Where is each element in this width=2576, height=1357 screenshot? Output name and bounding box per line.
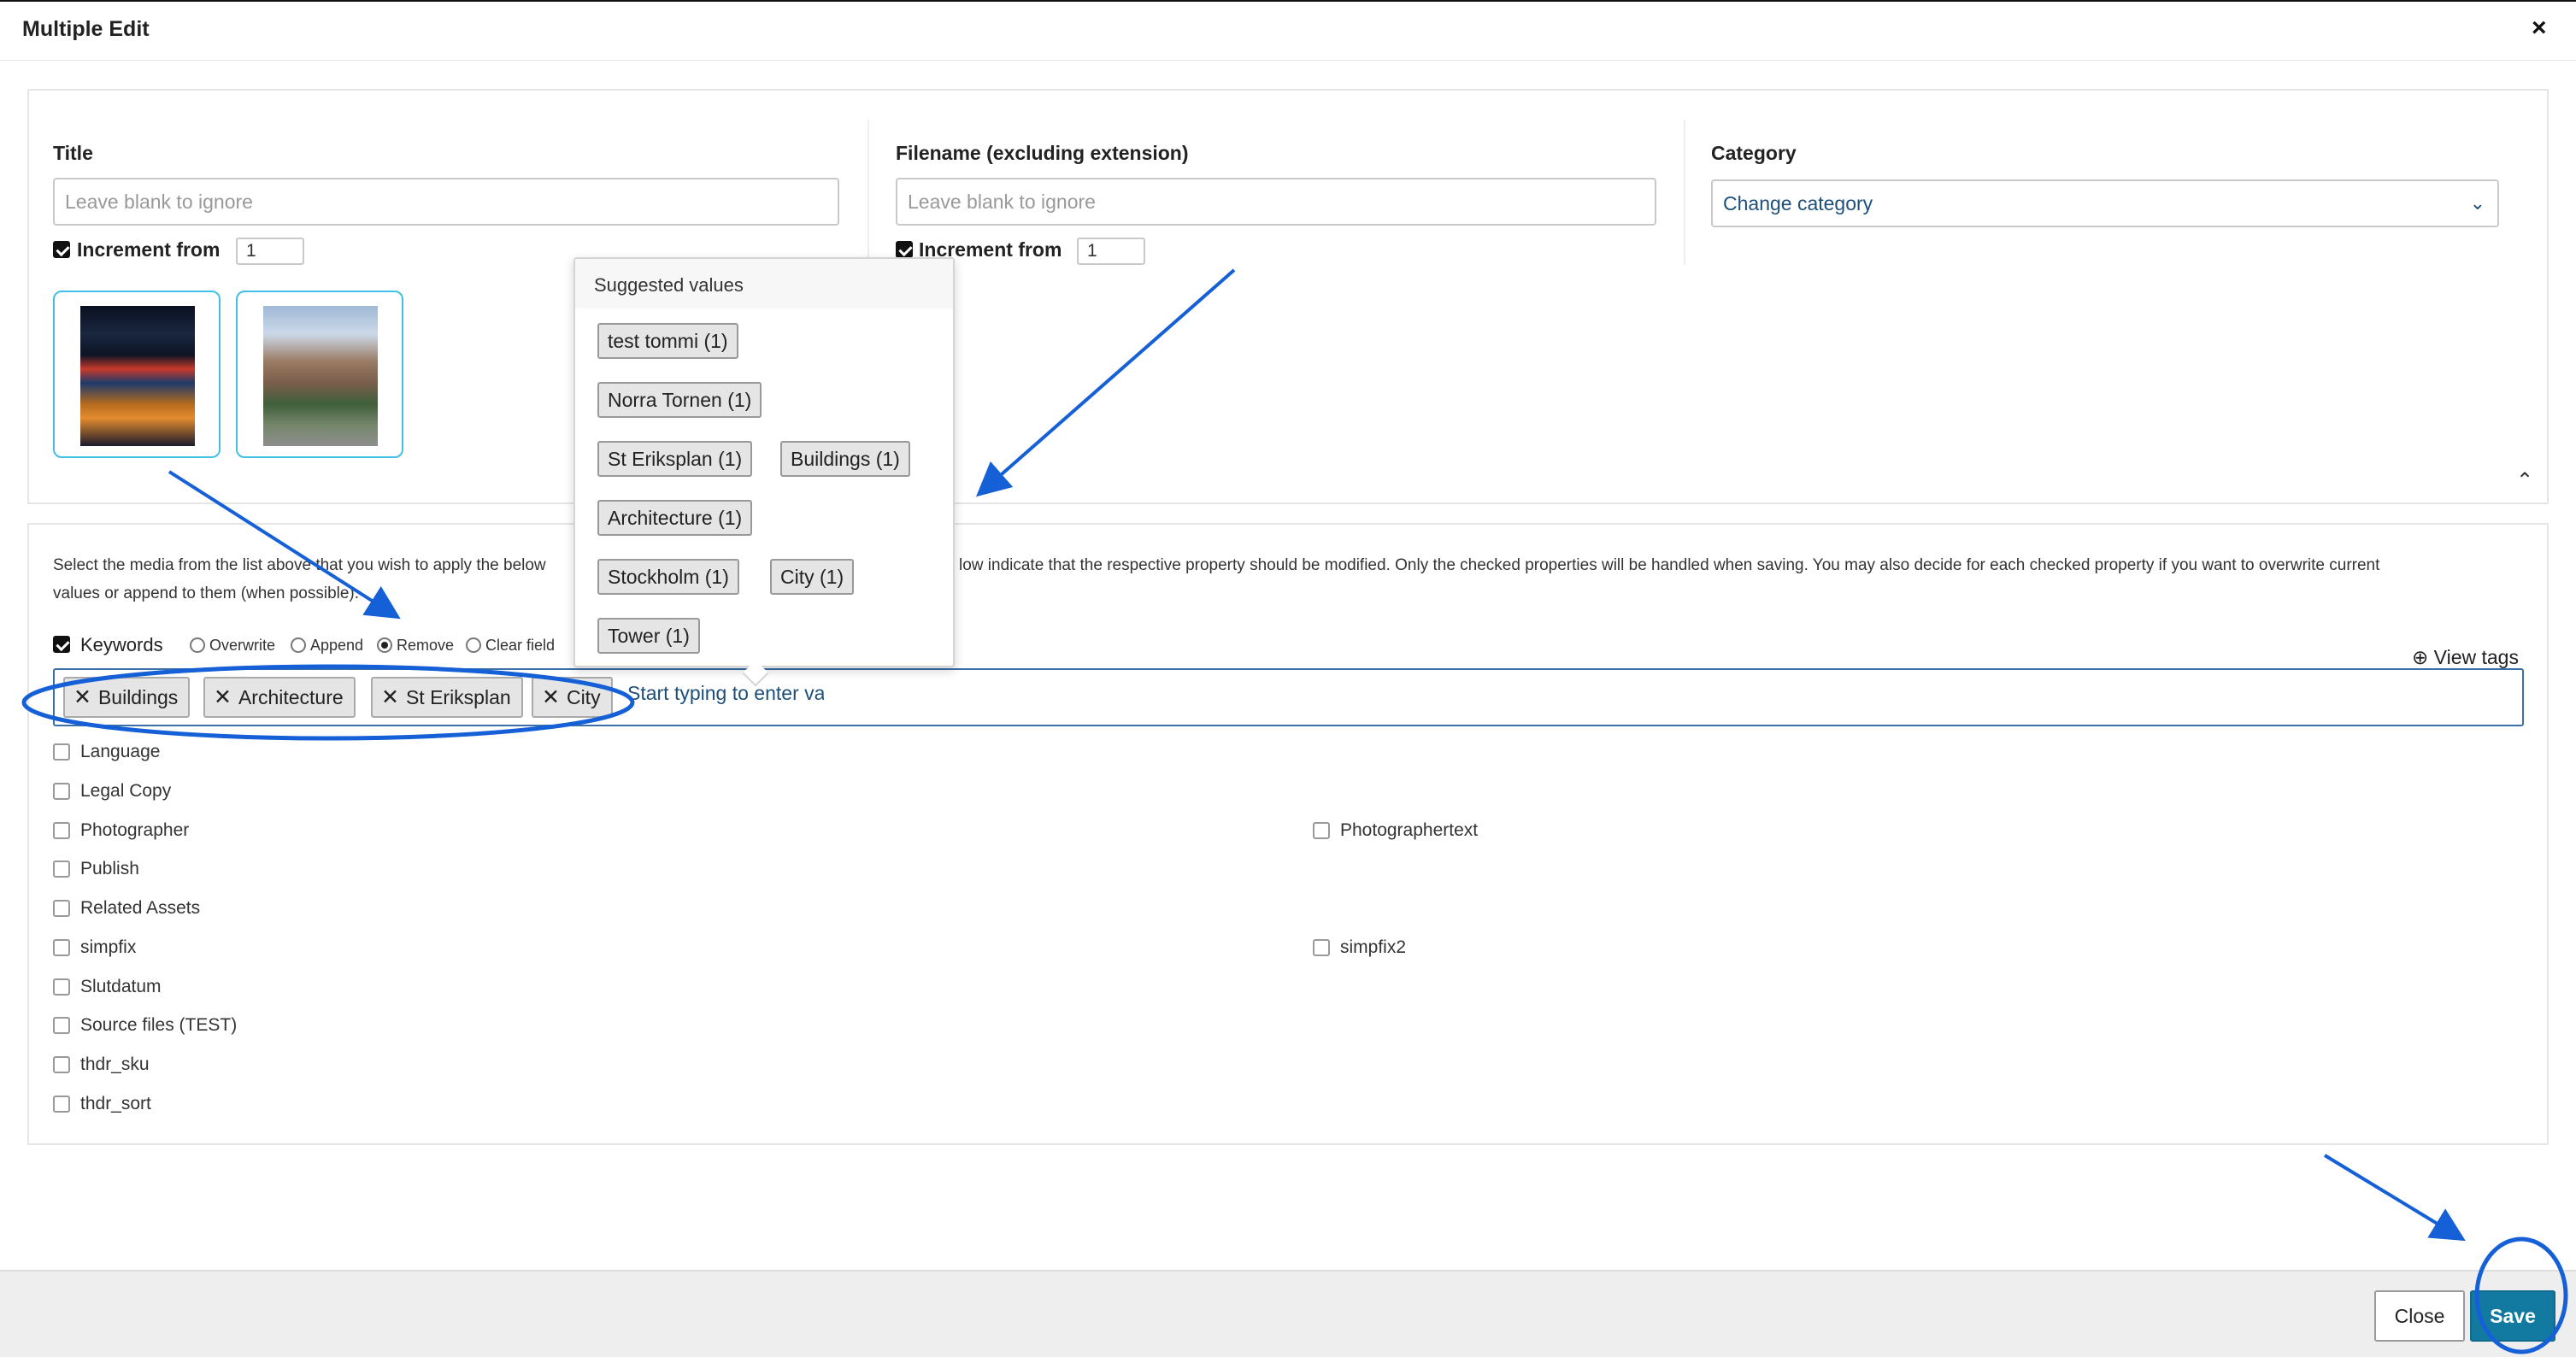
annotation-circle xyxy=(21,664,635,741)
annotation-arrow xyxy=(2323,1154,2466,1242)
multiple-edit-dialog: Multiple Edit × Title Leave blank to ign… xyxy=(0,0,2576,1357)
annotation-overlay xyxy=(21,268,2568,1354)
annotation-circle xyxy=(2474,1237,2568,1354)
annotation-arrow xyxy=(975,268,1236,497)
annotation-arrow xyxy=(168,470,401,620)
